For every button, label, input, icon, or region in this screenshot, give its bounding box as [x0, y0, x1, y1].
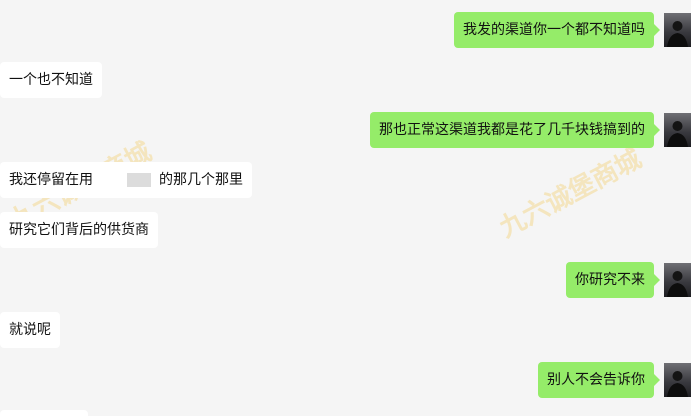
- message-text: 我还停留在用: [9, 172, 93, 188]
- user-avatar[interactable]: [664, 363, 691, 397]
- message-bubble-incoming[interactable]: 一个也不知道: [0, 62, 102, 98]
- avatar-person-icon: [667, 121, 688, 147]
- chat-area: 九六诚堡商城 九六诚堡商城 我发的渠道你一个都不知道吗 一个也不知道 那也正常这…: [0, 0, 691, 416]
- message-bubble-outgoing[interactable]: 你研究不来: [566, 262, 660, 298]
- avatar-person-icon: [667, 271, 688, 297]
- user-avatar[interactable]: [664, 113, 691, 147]
- redacted-block: [127, 173, 151, 187]
- user-avatar[interactable]: [664, 13, 691, 47]
- message-bubble-outgoing[interactable]: 别人不会告诉你: [538, 362, 660, 398]
- watermark: 九六诚堡商城: [494, 144, 647, 244]
- message-bubble-outgoing[interactable]: 我发的渠道你一个都不知道吗: [454, 12, 660, 48]
- message-bubble-incoming[interactable]: 我还停留在用 的那几个那里: [0, 162, 252, 198]
- message-text: 的那几个那里: [159, 172, 243, 188]
- user-avatar[interactable]: [664, 263, 691, 297]
- message-bubble-outgoing[interactable]: 那也正常这渠道我都是花了几千块钱搞到的: [370, 112, 660, 148]
- message-bubble-incoming[interactable]: 就说呢: [0, 312, 60, 348]
- message-bubble-incoming[interactable]: 研究它们背后的供货商: [0, 212, 158, 248]
- avatar-person-icon: [667, 371, 688, 397]
- message-bubble-incoming-partial: [0, 410, 88, 416]
- avatar-person-icon: [667, 21, 688, 47]
